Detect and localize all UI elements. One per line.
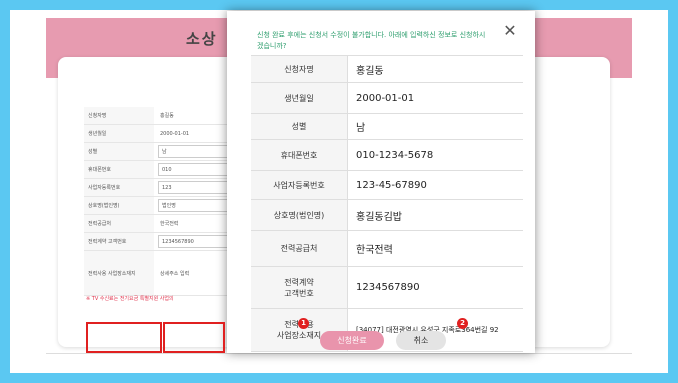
summary-row: 사업자등록번호 123-45-67890 (251, 170, 523, 200)
divider (46, 353, 632, 354)
summary-row: 전력계약 고객번호 1234567890 (251, 266, 523, 309)
form-row-label: 사업자등록번호 (84, 179, 154, 196)
form-row-label: 전력사용 사업장소재지 (84, 251, 154, 295)
summary-value: 123-45-67890 (347, 170, 523, 200)
dialog-notice: 신청 완료 후에는 신청서 수정이 불가합니다. 아래에 입력하신 정보로 신청… (257, 31, 486, 50)
summary-label: 상호명(법인명) (251, 199, 348, 231)
summary-row: 신청자명 홍길동 (251, 55, 523, 83)
form-row-label: 휴대폰번호 (84, 161, 154, 178)
close-icon[interactable]: ✕ (503, 23, 517, 39)
form-row-label: 전력계약 고객번호 (84, 233, 154, 250)
highlight-box-cancel (163, 322, 225, 353)
highlight-box-apply (86, 322, 162, 353)
form-row-label: 생년월일 (84, 125, 154, 142)
summary-row: 전력공급처 한국전력 (251, 230, 523, 267)
summary-value: 홍길동 (347, 55, 523, 83)
summary-table: 신청자명 홍길동 생년월일 2000-01-01 성별 남 휴대폰번호 010-1234-56… (251, 55, 523, 352)
tv-fee-note: ※ TV 수신료는 전기요금 특별지원 사업의 (86, 296, 174, 302)
cancel-button[interactable]: 취소 (396, 331, 446, 350)
summary-label: 전력공급처 (251, 230, 348, 267)
summary-label: 휴대폰번호 (251, 139, 348, 171)
summary-label: 사업자등록번호 (251, 170, 348, 200)
summary-row: 휴대폰번호 010-1234-5678 (251, 139, 523, 171)
summary-row: 생년월일 2000-01-01 (251, 82, 523, 114)
summary-label: 생년월일 (251, 82, 348, 114)
summary-label: 전력계약 고객번호 (251, 266, 348, 309)
step-badge-2: 2 (457, 318, 468, 329)
summary-value: 010-1234-5678 (347, 139, 523, 171)
confirm-dialog: 신청 완료 후에는 신청서 수정이 불가합니다. 아래에 입력하신 정보로 신청… (227, 11, 535, 353)
form-row-label: 신청자명 (84, 107, 154, 124)
summary-row: 전력사용 사업장소재지[34077] 대전광역시 유성구 지족로364번길 92 (251, 308, 523, 352)
summary-label: 신청자명 (251, 55, 348, 83)
page-title: 소상 (186, 30, 218, 48)
summary-label: 성별 (251, 113, 348, 140)
form-row-label: 전력공급처 (84, 215, 154, 232)
form-row-label: 성별 (84, 143, 154, 160)
summary-value: 2000-01-01 (347, 82, 523, 114)
submit-button[interactable]: 신청완료 (320, 331, 384, 350)
summary-row: 상호명(법인명) 홍길동김밥 (251, 199, 523, 231)
form-row-label: 상호명(법인명) (84, 197, 154, 214)
summary-row: 성별 남 (251, 113, 523, 140)
summary-value: 남 (347, 113, 523, 140)
summary-value: 한국전력 (347, 230, 523, 267)
summary-value: 1234567890 (347, 266, 523, 309)
step-badge-1: 1 (298, 318, 309, 329)
summary-value: 홍길동김밥 (347, 199, 523, 231)
